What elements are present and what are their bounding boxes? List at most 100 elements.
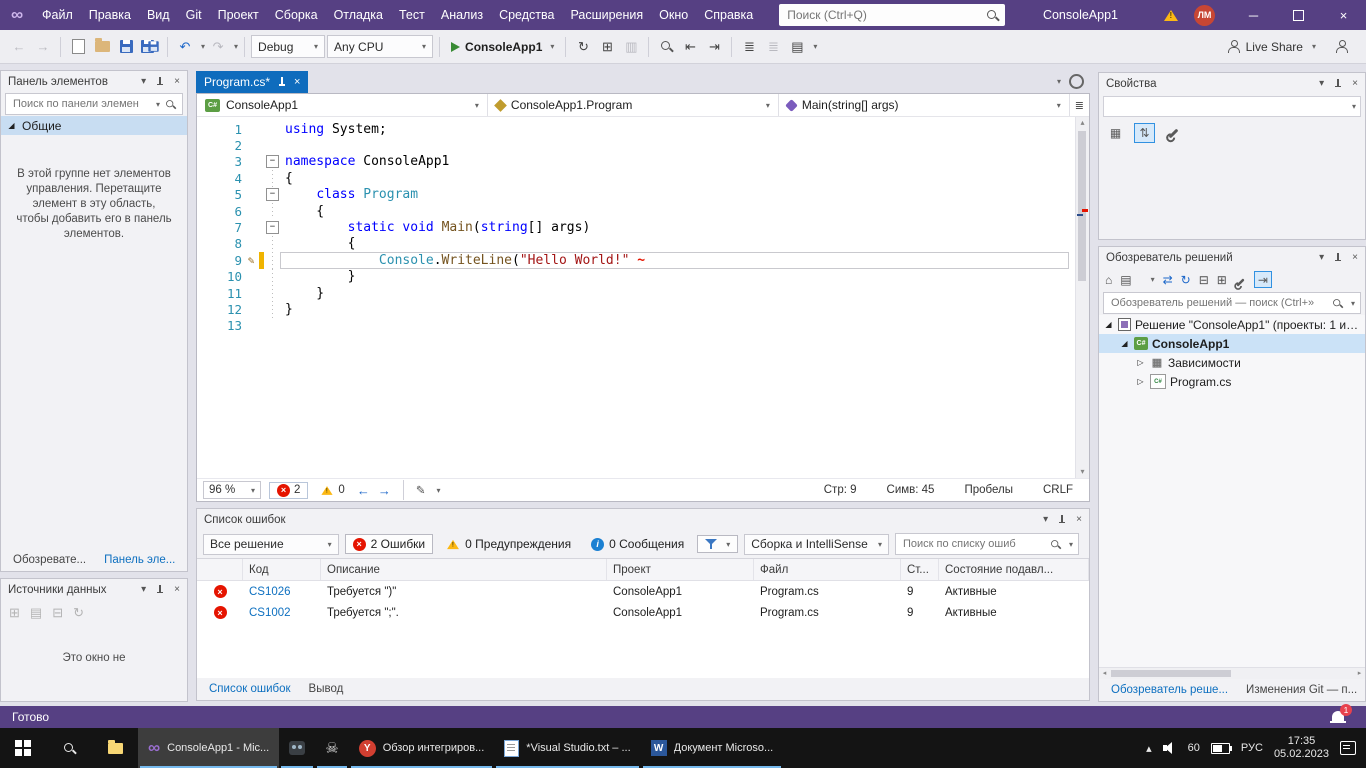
horizontal-scrollbar[interactable]: ◂ ▸ — [1099, 667, 1365, 679]
toolbar-overflow-icon[interactable]: ▾ — [813, 42, 817, 51]
start-button[interactable] — [0, 728, 46, 768]
fold-box-icon[interactable]: − — [266, 188, 279, 201]
find-icon[interactable] — [655, 35, 677, 59]
toolbox-search-input[interactable] — [11, 97, 149, 111]
save-all-icon[interactable] — [139, 35, 161, 59]
notification-warning-icon[interactable] — [1164, 10, 1178, 21]
breakpoint-gutter[interactable] — [197, 187, 217, 203]
refresh-icon[interactable]: ↻ — [73, 605, 84, 621]
menu-Правка[interactable]: Правка — [81, 0, 139, 30]
hot-reload-icon[interactable]: ↻ — [572, 35, 594, 59]
close-button[interactable]: × — [1321, 0, 1366, 30]
scroll-up-icon[interactable]: ▴ — [1076, 117, 1089, 129]
user-avatar[interactable]: ЛМ — [1194, 5, 1215, 26]
undo-icon[interactable]: ↶ — [174, 35, 196, 59]
edit-data-source-icon[interactable]: ▤ — [30, 605, 42, 621]
clock[interactable]: 17:3505.02.2023 — [1274, 735, 1329, 761]
column-1[interactable]: Код — [243, 559, 321, 580]
action-center-icon[interactable] — [1340, 741, 1356, 755]
window-position-icon[interactable]: ▾ — [1319, 78, 1324, 89]
tree-expanded-icon[interactable]: ◢ — [1119, 339, 1130, 348]
refresh-icon[interactable]: ↻ — [1181, 273, 1191, 287]
scroll-down-icon[interactable]: ▾ — [1076, 466, 1089, 478]
source-combo[interactable]: Сборка и IntelliSense▾ — [744, 534, 889, 555]
menu-Сборка[interactable]: Сборка — [267, 0, 326, 30]
scrollbar-thumb[interactable] — [1111, 670, 1231, 677]
warnings-filter-button[interactable]: 0 Предупреждения — [439, 535, 578, 553]
keyboard-language[interactable]: РУС — [1241, 742, 1263, 754]
code-line-11[interactable]: 11 } — [197, 285, 1076, 301]
live-share-button[interactable]: Live Share▾ — [1227, 40, 1328, 54]
quick-search[interactable] — [779, 4, 1005, 26]
configure-icon[interactable]: ⊟ — [52, 605, 63, 621]
close-icon[interactable]: × — [174, 584, 180, 595]
scrollbar-thumb[interactable] — [1078, 131, 1086, 281]
window-position-icon[interactable]: ▾ — [1043, 514, 1048, 525]
tree-item-program-cs[interactable]: ▷C#Program.cs — [1099, 372, 1365, 391]
member-dropdown[interactable]: Main(string[] args)▾ — [779, 94, 1070, 116]
menu-Тест[interactable]: Тест — [391, 0, 433, 30]
home-icon[interactable]: ⌂ — [1105, 273, 1112, 287]
navigate-forward-icon[interactable]: → — [32, 35, 54, 59]
pin-icon[interactable] — [155, 76, 165, 88]
column-6[interactable]: Состояние подавл... — [939, 559, 1089, 580]
tab-Обозреватель реше...[interactable]: Обозреватель реше... — [1103, 682, 1236, 698]
column-2[interactable]: Описание — [321, 559, 607, 580]
categorized-icon[interactable]: ▦ — [1105, 123, 1126, 143]
code-cleanup-icon[interactable]: ✎ — [416, 483, 426, 497]
navbar-options-icon[interactable]: ≣ — [1070, 94, 1089, 116]
project-dropdown[interactable]: C#ConsoleApp1▾ — [197, 94, 488, 116]
tree-item-dependencies[interactable]: ▷▦Зависимости — [1099, 353, 1365, 372]
navigate-back-icon[interactable]: ← — [8, 35, 30, 59]
scope-combo[interactable]: Все решение▾ — [203, 534, 339, 555]
taskbar-app-game-app[interactable] — [279, 728, 315, 768]
menu-Расширения[interactable]: Расширения — [562, 0, 651, 30]
error-search-input[interactable] — [901, 537, 1045, 551]
solution-search-input[interactable] — [1109, 296, 1327, 310]
collapse-all-icon[interactable]: ⊟ — [1199, 273, 1209, 287]
start-debugging-button[interactable]: ConsoleApp1▾ — [446, 40, 559, 54]
menu-Анализ[interactable]: Анализ — [433, 0, 491, 30]
column-4[interactable]: Файл — [754, 559, 901, 580]
messages-filter-button[interactable]: i0 Сообщения — [584, 535, 691, 553]
chevron-down-icon[interactable]: ▾ — [156, 100, 160, 109]
scroll-left-icon[interactable]: ◂ — [1099, 668, 1110, 679]
next-issue-icon[interactable]: → — [378, 483, 391, 498]
pin-icon[interactable] — [1057, 514, 1067, 526]
properties-wrench-icon[interactable] — [1235, 273, 1246, 287]
breakpoint-gutter[interactable] — [197, 137, 217, 153]
code-line-13[interactable]: 13 — [197, 318, 1076, 334]
pin-icon[interactable] — [1333, 252, 1343, 264]
column-3[interactable]: Проект — [607, 559, 754, 580]
solution-explorer-title-bar[interactable]: Обозреватель решений ▾× — [1099, 247, 1365, 268]
errors-filter-button[interactable]: ×2 Ошибки — [345, 534, 434, 554]
properties-title-bar[interactable]: Свойства ▾× — [1099, 73, 1365, 94]
tab-Вывод[interactable]: Вывод — [301, 681, 352, 697]
taskbar-app-notepad[interactable]: *Visual Studio.txt – ... — [494, 728, 640, 768]
type-dropdown[interactable]: ConsoleApp1.Program▾ — [488, 94, 779, 116]
alphabetical-sort-icon[interactable]: ⇅ — [1134, 123, 1155, 143]
menu-Справка[interactable]: Справка — [696, 0, 761, 30]
tree-collapsed-icon[interactable]: ▷ — [1135, 358, 1146, 367]
close-icon[interactable]: × — [1352, 252, 1358, 263]
editor-error-indicator[interactable]: ×2 — [269, 482, 308, 499]
menu-Отладка[interactable]: Отладка — [326, 0, 391, 30]
break-all-icon[interactable]: ▥ — [620, 35, 642, 59]
uncomment-icon[interactable]: ≣ — [762, 35, 784, 59]
sync-with-active-document-icon[interactable]: ⇄ — [1163, 273, 1173, 287]
tab-options-icon[interactable] — [1069, 74, 1084, 89]
editor-warning-indicator[interactable]: 0 — [316, 483, 348, 497]
close-icon[interactable]: × — [294, 76, 300, 88]
tab-Панель эле...[interactable]: Панель эле... — [96, 552, 183, 568]
window-position-icon[interactable]: ▾ — [141, 584, 146, 595]
pin-icon[interactable] — [1333, 78, 1343, 90]
tab-Список ошибок[interactable]: Список ошибок — [201, 681, 299, 697]
breakpoint-gutter[interactable] — [197, 236, 217, 252]
notifications-button[interactable]: 1 — [1332, 710, 1344, 724]
code-line-6[interactable]: 6 { — [197, 203, 1076, 219]
eol-indicator[interactable]: CRLF — [1043, 484, 1073, 496]
code-line-8[interactable]: 8 { — [197, 236, 1076, 252]
chevron-down-icon[interactable]: ▾ — [1351, 299, 1355, 308]
fold-box-icon[interactable]: − — [266, 155, 279, 168]
tree-item-project-consoleapp1[interactable]: ◢C#ConsoleApp1 — [1099, 334, 1365, 353]
